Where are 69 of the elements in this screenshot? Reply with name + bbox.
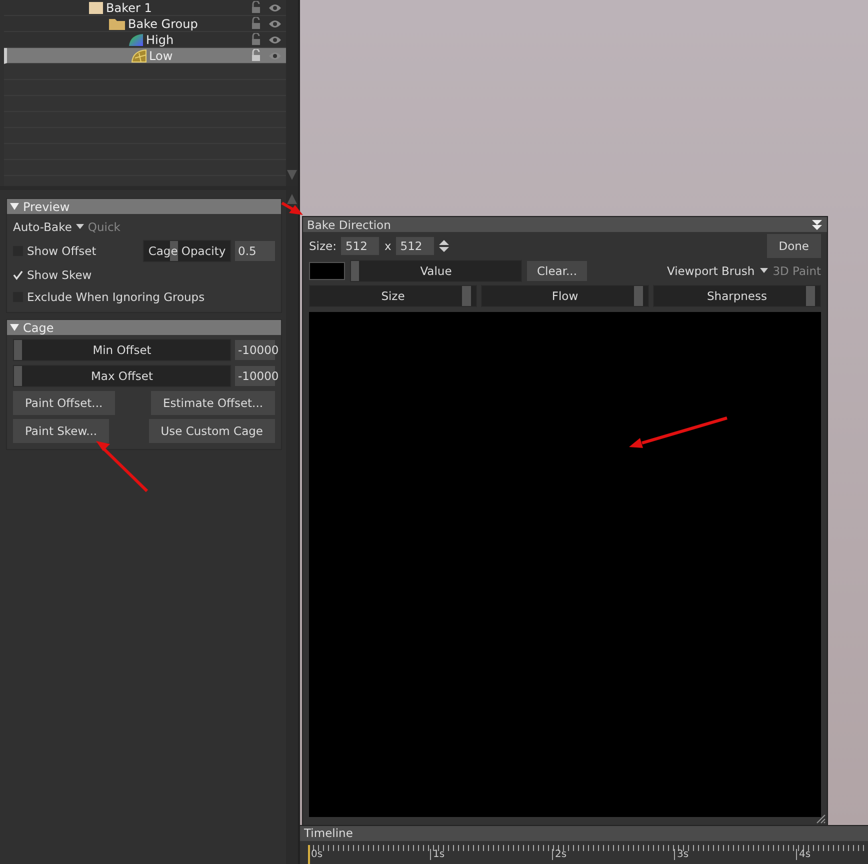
lock-icon[interactable]	[250, 33, 262, 46]
resize-grip-icon[interactable]	[816, 814, 826, 824]
section-header[interactable]: Cage	[7, 320, 281, 335]
outliner-row[interactable]: Bake Group	[4, 16, 286, 32]
section-header[interactable]: Preview	[7, 199, 281, 214]
dropdown-label: Auto-Bake	[13, 220, 72, 234]
layer-name: High	[146, 32, 174, 46]
brush-label: Viewport Brush	[666, 264, 755, 278]
action-button[interactable]: Paint Offset...	[13, 391, 115, 415]
folder-icon	[108, 16, 126, 30]
eye-icon[interactable]	[268, 50, 282, 60]
action-button[interactable]: Use Custom Cage	[148, 419, 275, 443]
annotation-arrow	[281, 202, 303, 215]
caret-down-icon	[10, 202, 19, 211]
opacity-slider[interactable]: Cage Opacity	[143, 240, 231, 262]
lock-icon[interactable]	[250, 17, 262, 30]
time-label: 4s	[796, 849, 811, 860]
width-field[interactable]: 512	[341, 237, 380, 255]
offset-slider[interactable]: Min Offset	[13, 339, 231, 361]
clear-button[interactable]: Clear...	[527, 261, 587, 281]
checkbox[interactable]	[13, 270, 23, 280]
eye-icon[interactable]	[268, 2, 282, 12]
brush-mode[interactable]: 3D Paint	[772, 264, 821, 278]
caret-down-icon	[10, 323, 19, 332]
eye-icon[interactable]	[268, 18, 282, 28]
action-button[interactable]: Paint Skew...	[13, 419, 110, 443]
layer-name: Low	[149, 48, 173, 62]
scroll-up-icon[interactable]	[287, 194, 297, 204]
checkbox-label: Exclude When Ignoring Groups	[27, 290, 205, 304]
checkbox-label: Show Skew	[27, 268, 92, 282]
lock-icon[interactable]	[250, 1, 262, 14]
mesh-icon	[128, 32, 144, 46]
size-label: Size:	[309, 239, 336, 253]
brush-slider[interactable]: Size	[309, 285, 477, 307]
brush-slider[interactable]: Sharpness	[653, 285, 821, 307]
opacity-value[interactable]: 0.5	[235, 241, 275, 261]
brush-slider[interactable]: Flow	[481, 285, 649, 307]
timeline-ruler[interactable]: 0s 1s 2s 3s 4s	[308, 845, 868, 864]
caret-icon[interactable]	[760, 268, 768, 274]
action-button[interactable]: Estimate Offset...	[151, 391, 275, 415]
up-down-arrows-icon[interactable]	[439, 239, 450, 253]
color-swatch[interactable]	[309, 262, 345, 280]
layer-name: Bake Group	[128, 16, 198, 30]
baker-icon	[88, 0, 104, 14]
checkbox-label: Show Offset	[27, 244, 96, 258]
value-slider[interactable]: Value	[350, 260, 522, 282]
offset-slider[interactable]: Max Offset	[13, 365, 231, 387]
time-label: 3s	[674, 849, 689, 860]
annotation-arrow	[96, 441, 148, 492]
window-title: Bake Direction	[307, 218, 391, 232]
height-field[interactable]: 512	[396, 237, 434, 255]
caret-icon[interactable]	[76, 224, 84, 230]
outliner-row[interactable]: Low	[4, 48, 286, 64]
collapse-icon[interactable]	[811, 218, 823, 230]
timeline-title: Timeline	[300, 826, 868, 841]
layer-name: Baker 1	[106, 0, 152, 14]
times-label: x	[384, 239, 392, 253]
lock-icon[interactable]	[250, 49, 262, 62]
eye-icon[interactable]	[268, 34, 282, 44]
wireframe-icon	[131, 48, 147, 62]
scroll-down-icon[interactable]	[287, 170, 297, 180]
scrollbar[interactable]	[286, 0, 298, 186]
outliner-row[interactable]: Baker 1	[4, 0, 286, 16]
section-title: Cage	[23, 320, 54, 334]
time-label: 2s	[552, 849, 567, 860]
section-title: Preview	[23, 200, 70, 214]
done-button[interactable]: Done	[766, 234, 821, 258]
scrollbar[interactable]	[286, 190, 298, 864]
time-label: 1s	[430, 849, 445, 860]
